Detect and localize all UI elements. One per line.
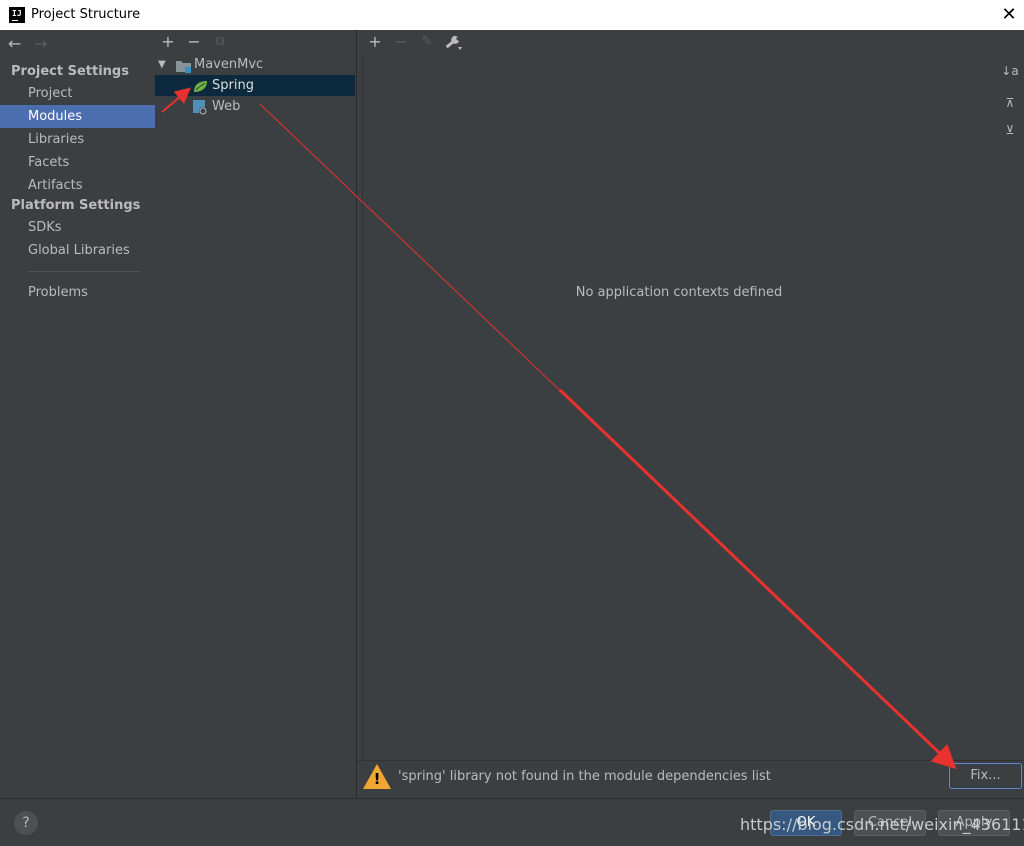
- copy-icon[interactable]: ⧉: [211, 31, 229, 53]
- window-title: Project Structure: [31, 7, 141, 22]
- sidebar-item-sdks[interactable]: SDKs: [0, 216, 155, 239]
- remove-icon[interactable]: −: [185, 31, 203, 53]
- expand-all-icon[interactable]: ⊼: [1001, 94, 1019, 112]
- warning-message: 'spring' library not found in the module…: [398, 769, 771, 784]
- forward-arrow-icon[interactable]: →: [34, 34, 47, 53]
- fix-button[interactable]: Fix...: [949, 763, 1022, 789]
- edit-icon[interactable]: ✎: [418, 31, 436, 53]
- warning-icon: !: [362, 763, 392, 794]
- sort-alpha-icon[interactable]: ↓a: [1001, 62, 1019, 80]
- project-settings-heading: Project Settings: [11, 64, 129, 79]
- sidebar-item-modules[interactable]: Modules: [0, 105, 155, 128]
- add-icon[interactable]: +: [159, 31, 177, 53]
- tree-node-web[interactable]: Web: [155, 96, 355, 117]
- logo-text: IJ: [12, 9, 22, 18]
- web-facet-icon: [193, 100, 208, 122]
- wrench-icon[interactable]: [445, 35, 463, 55]
- sidebar-divider: [28, 271, 140, 272]
- tree-node-mavenmvc[interactable]: ▼ MavenMvc: [155, 54, 355, 75]
- close-button[interactable]: ✕: [996, 2, 1022, 28]
- sidebar-item-libraries[interactable]: Libraries: [0, 128, 155, 151]
- watermark-text: https://blog.csdn.net/weixin_43611145: [740, 815, 1024, 834]
- warning-glyph: !: [373, 770, 381, 788]
- sidebar-item-global-libraries[interactable]: Global Libraries: [0, 239, 155, 262]
- sidebar-item-artifacts[interactable]: Artifacts: [0, 174, 155, 197]
- platform-settings-heading: Platform Settings: [11, 198, 141, 213]
- tree-node-label: Spring: [212, 78, 254, 93]
- tree-node-label: MavenMvc: [194, 57, 264, 72]
- intellij-logo-icon: IJ: [9, 7, 25, 23]
- tree-node-label: Web: [212, 99, 241, 114]
- sidebar-item-problems[interactable]: Problems: [0, 281, 155, 304]
- add-context-icon[interactable]: +: [366, 31, 384, 53]
- sidebar-item-project[interactable]: Project: [0, 82, 155, 105]
- tree-node-spring[interactable]: Spring: [155, 75, 355, 96]
- expand-toggle-icon[interactable]: ▼: [158, 54, 166, 75]
- help-icon[interactable]: ?: [14, 811, 38, 835]
- empty-state-message: No application contexts defined: [575, 285, 783, 300]
- collapse-all-icon[interactable]: ⊻: [1001, 121, 1019, 139]
- application-contexts-area: [362, 54, 997, 760]
- module-tree-panel: [155, 30, 357, 798]
- sidebar-item-facets[interactable]: Facets: [0, 151, 155, 174]
- back-arrow-icon[interactable]: ←: [8, 34, 21, 53]
- remove-context-icon[interactable]: −: [392, 31, 410, 53]
- title-bar: [0, 0, 1024, 30]
